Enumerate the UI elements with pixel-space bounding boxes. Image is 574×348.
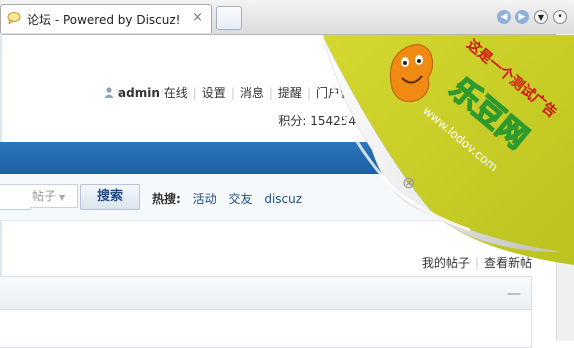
user-bar: admin 在线 | 设置 | 消息 | 提醒 | 门户管理 — [104, 84, 364, 101]
my-posts-link[interactable]: 我的帖子 — [422, 256, 470, 270]
favicon-icon — [7, 12, 21, 24]
quick-links: 我的帖子 | 查看新帖 — [422, 254, 532, 271]
new-tab-button[interactable] — [216, 6, 242, 30]
user-icon — [104, 87, 114, 98]
username-link[interactable]: admin — [118, 86, 160, 100]
search-button[interactable]: 搜索 — [80, 184, 140, 210]
settings-link[interactable]: 设置 — [202, 86, 226, 100]
hot-tag-link[interactable]: 交友 — [228, 192, 252, 206]
browser-tab-bar: 论坛 - Powered by Discuz! × ◀ ▶ ▼ • — [0, 0, 574, 35]
menu-dropdown-icon[interactable]: ▼ — [534, 10, 548, 24]
hot-search-label: 热搜: — [152, 192, 181, 206]
hot-searches: 热搜: 活动 交友 discuz — [152, 190, 310, 207]
forum-panel: — — [0, 276, 532, 348]
page-menu-icon[interactable]: • — [553, 10, 567, 24]
forward-icon[interactable]: ▶ — [515, 10, 529, 24]
notifications-link[interactable]: 提醒 — [278, 86, 302, 100]
divider: | — [230, 86, 235, 100]
messages-link[interactable]: 消息 — [240, 86, 264, 100]
hot-tag-link[interactable]: discuz — [264, 192, 302, 206]
search-input[interactable] — [0, 184, 31, 210]
divider: | — [268, 86, 273, 100]
tab-title: 论坛 - Powered by Discuz! — [27, 13, 181, 27]
divider: | — [474, 256, 479, 270]
chevron-down-icon: ▼ — [59, 193, 66, 202]
tab-close-icon[interactable]: × — [192, 10, 203, 25]
divider: | — [192, 86, 197, 100]
online-status: 在线 — [163, 86, 188, 100]
ad-close-icon[interactable]: ⊗ — [402, 173, 415, 192]
new-posts-link[interactable]: 查看新帖 — [484, 256, 532, 270]
search-type-label: 帖子 — [32, 189, 57, 203]
back-icon[interactable]: ◀ — [497, 10, 511, 24]
search-type-select[interactable]: 帖子 ▼ — [30, 184, 78, 208]
hot-tag-link[interactable]: 活动 — [193, 192, 217, 206]
collapse-icon[interactable]: — — [507, 286, 521, 302]
panel-header — [0, 277, 531, 310]
divider: | — [306, 86, 311, 100]
browser-tab[interactable]: 论坛 - Powered by Discuz! × — [0, 4, 212, 33]
